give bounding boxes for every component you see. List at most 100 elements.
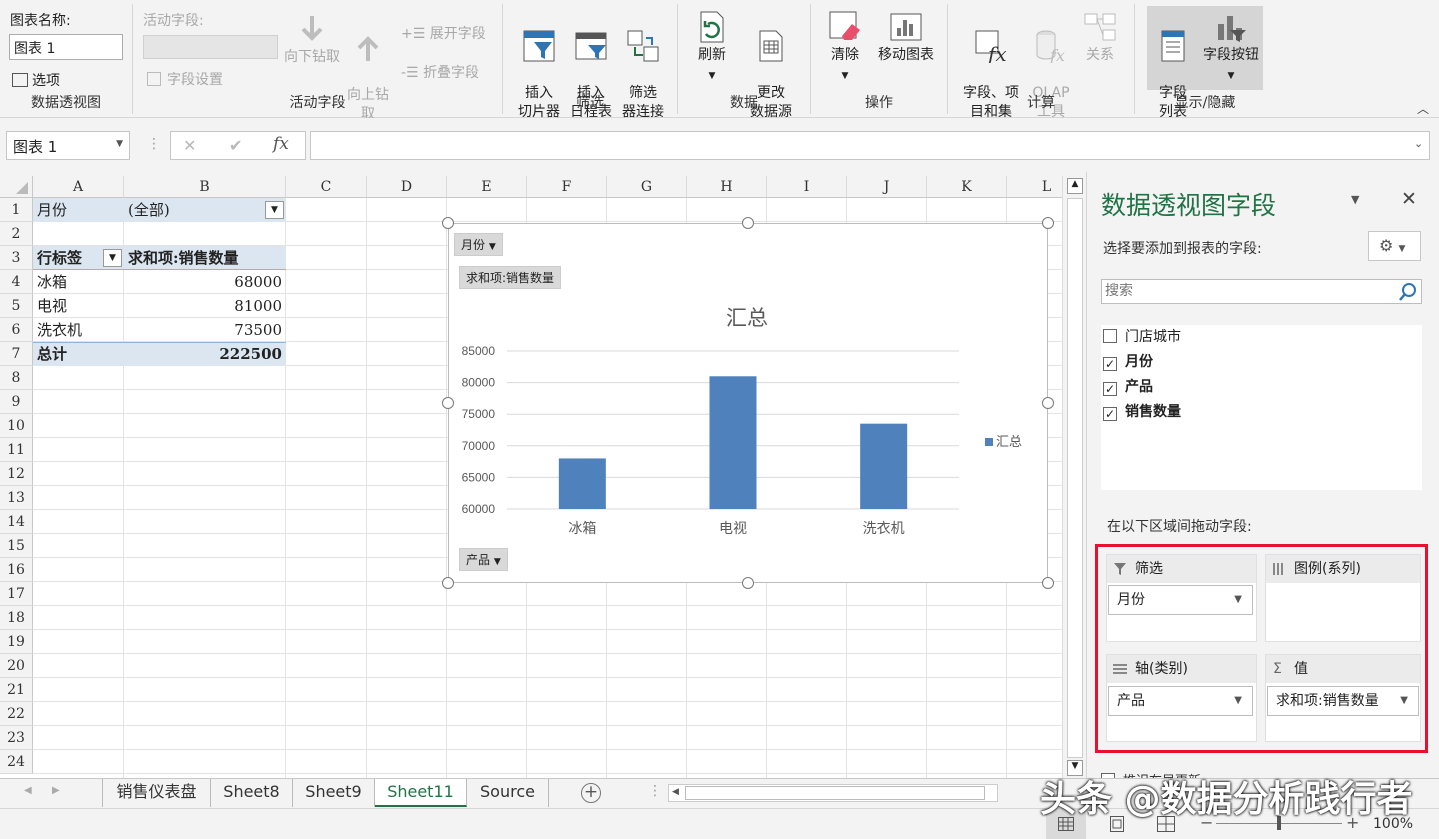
chart-bar[interactable] <box>709 376 757 509</box>
row-header-20[interactable]: 20 <box>0 654 33 678</box>
formula-input[interactable] <box>310 131 1430 160</box>
hscroll-thumb[interactable] <box>685 786 985 800</box>
resize-handle-nw[interactable] <box>442 217 454 229</box>
axis-area-item[interactable]: 产品 ▼ <box>1108 686 1253 716</box>
close-pane-icon[interactable]: ✕ <box>1401 188 1417 210</box>
resize-handle-e[interactable] <box>1042 397 1054 409</box>
column-header-i[interactable]: I <box>767 176 847 198</box>
collapse-ribbon-icon[interactable]: ︿ <box>1417 100 1429 117</box>
expand-formula-bar-icon[interactable]: ⌄ <box>1414 137 1423 150</box>
add-sheet-icon[interactable]: + <box>581 783 601 803</box>
field-item[interactable]: ✓ 销售数量 <box>1103 400 1422 425</box>
row-header-11[interactable]: 11 <box>0 438 33 462</box>
row-header-16[interactable]: 16 <box>0 558 33 582</box>
row-header-17[interactable]: 17 <box>0 582 33 606</box>
row-header-22[interactable]: 22 <box>0 702 33 726</box>
select-all-corner[interactable] <box>0 176 33 198</box>
row-header-8[interactable]: 8 <box>0 366 33 390</box>
sheet-tab-active[interactable]: Sheet11 <box>375 779 467 807</box>
row-header-24[interactable]: 24 <box>0 750 33 774</box>
row-labels-dropdown-icon[interactable]: ▼ <box>103 249 122 267</box>
sheet-tab[interactable]: Source <box>467 779 549 807</box>
tabs-split-icon[interactable]: ⋮ <box>648 783 662 799</box>
pivot-chart[interactable]: 月份 ▼ 求和项:销售数量 汇总 85000 80000 75000 70000 650… <box>448 223 1048 583</box>
name-box-dropdown-icon[interactable]: ▼ <box>116 139 123 149</box>
chart-axis-field-button[interactable]: 产品 ▼ <box>459 548 508 571</box>
pane-settings-button[interactable]: ⚙ ▼ <box>1368 231 1421 261</box>
column-header-h[interactable]: H <box>687 176 767 198</box>
values-area-item[interactable]: 求和项:销售数量 ▼ <box>1267 686 1419 716</box>
row-header-19[interactable]: 19 <box>0 630 33 654</box>
enter-icon[interactable]: ✔ <box>229 136 242 155</box>
sheet-tab[interactable]: Sheet8 <box>211 779 293 807</box>
field-settings-button[interactable]: 字段设置 <box>147 69 223 89</box>
field-buttons-button[interactable]: 字段按钮 ▼ <box>1199 6 1263 90</box>
chart-filter-field-button[interactable]: 月份 ▼ <box>454 233 503 256</box>
row-header-2[interactable]: 2 <box>0 222 33 246</box>
row-header-7[interactable]: 7 <box>0 342 33 366</box>
clear-button[interactable]: 清除 ▼ <box>825 10 865 86</box>
checked-checkbox-icon[interactable]: ✓ <box>1103 357 1117 371</box>
column-header-d[interactable]: D <box>367 176 447 198</box>
filters-item-dropdown-icon[interactable]: ▼ <box>1234 586 1242 614</box>
chart-name-input[interactable]: 图表 1 <box>9 34 123 60</box>
relationships-button[interactable]: 关系 <box>1076 10 1124 65</box>
resize-handle-s[interactable] <box>742 577 754 589</box>
column-header-l[interactable]: L <box>1007 176 1062 198</box>
resize-handle-w[interactable] <box>442 397 454 409</box>
field-item[interactable]: ✓ 月份 <box>1103 350 1422 375</box>
refresh-button[interactable]: 刷新 ▼ <box>692 10 732 86</box>
chart-bar[interactable] <box>860 423 908 509</box>
row-header-9[interactable]: 9 <box>0 390 33 414</box>
field-item[interactable]: 门店城市 <box>1103 325 1422 350</box>
field-search-box[interactable] <box>1101 279 1422 304</box>
column-header-j[interactable]: J <box>847 176 927 198</box>
row-header-12[interactable]: 12 <box>0 462 33 486</box>
sheet-tab[interactable]: Sheet9 <box>293 779 375 807</box>
column-header-b[interactable]: B <box>124 176 286 198</box>
chart-value-field-button[interactable]: 求和项:销售数量 <box>459 266 562 289</box>
expand-field-button[interactable]: +☰ 展开字段 <box>401 23 486 43</box>
column-header-c[interactable]: C <box>286 176 367 198</box>
cancel-icon[interactable]: ✕ <box>183 136 196 155</box>
row-header-6[interactable]: 6 <box>0 318 33 342</box>
row-header-13[interactable]: 13 <box>0 486 33 510</box>
scroll-thumb[interactable] <box>1067 198 1083 758</box>
row-header-10[interactable]: 10 <box>0 414 33 438</box>
checked-checkbox-icon[interactable]: ✓ <box>1103 407 1117 421</box>
row-header-4[interactable]: 4 <box>0 270 33 294</box>
vertical-scrollbar[interactable]: ▲ ▼ <box>1062 176 1086 778</box>
column-header-e[interactable]: E <box>447 176 527 198</box>
options-button[interactable]: 选项 <box>12 70 60 90</box>
row-header-23[interactable]: 23 <box>0 726 33 750</box>
row-header-18[interactable]: 18 <box>0 606 33 630</box>
pane-options-dropdown-icon[interactable]: ▼ <box>1351 193 1359 206</box>
horizontal-scrollbar[interactable]: ◀ <box>668 784 998 802</box>
resize-handle-sw[interactable] <box>442 577 454 589</box>
unchecked-checkbox-icon[interactable] <box>1103 329 1117 343</box>
chart-bar[interactable] <box>558 458 606 509</box>
move-chart-button[interactable]: 移动图表 <box>873 10 939 65</box>
column-header-g[interactable]: G <box>607 176 687 198</box>
sheet-tab[interactable]: 销售仪表盘 <box>103 779 211 807</box>
hscroll-left-icon[interactable]: ◀ <box>672 787 679 797</box>
field-list-button[interactable]: 字段 列表 <box>1147 6 1199 120</box>
values-item-dropdown-icon[interactable]: ▼ <box>1400 687 1408 715</box>
name-box[interactable]: 图表 1 ▼ <box>6 131 130 160</box>
scroll-up-icon[interactable]: ▲ <box>1067 178 1083 194</box>
column-header-f[interactable]: F <box>527 176 607 198</box>
row-header-14[interactable]: 14 <box>0 510 33 534</box>
legend-series-area[interactable]: 图例(系列) <box>1265 554 1421 642</box>
row-header-1[interactable]: 1 <box>0 198 33 222</box>
resize-handle-n[interactable] <box>742 217 754 229</box>
axis-item-dropdown-icon[interactable]: ▼ <box>1234 687 1242 715</box>
filters-area-item[interactable]: 月份 ▼ <box>1108 585 1253 615</box>
pivot-filter-dropdown-icon[interactable]: ▼ <box>265 201 284 219</box>
column-header-k[interactable]: K <box>927 176 1007 198</box>
tab-scroll-left-icon[interactable]: ◀ <box>24 785 32 796</box>
row-header-21[interactable]: 21 <box>0 678 33 702</box>
drill-down-button[interactable]: 向下钻取 <box>279 12 345 67</box>
resize-handle-se[interactable] <box>1042 577 1054 589</box>
tab-scroll-right-icon[interactable]: ▶ <box>52 785 60 796</box>
column-header-a[interactable]: A <box>33 176 124 198</box>
